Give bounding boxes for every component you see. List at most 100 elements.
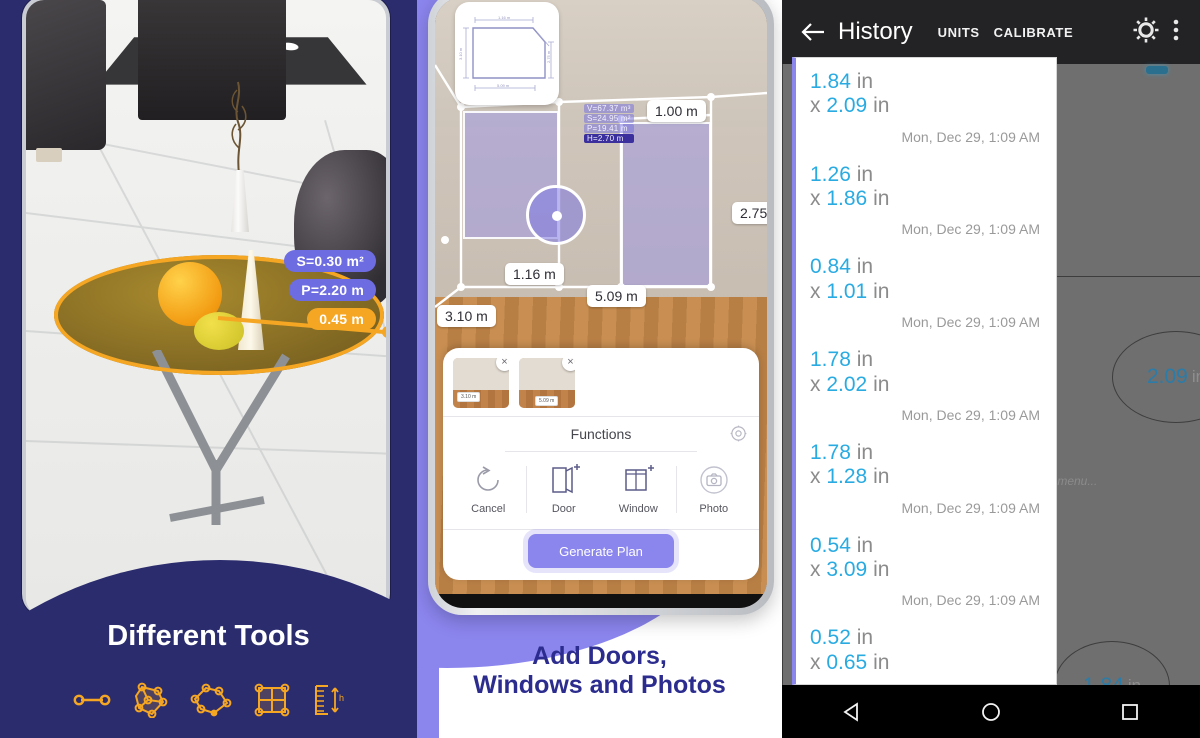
dimension-line: 1.78 in x 2.02 in [810, 348, 1042, 397]
nav-recents-button[interactable] [1102, 692, 1158, 732]
mini-floor-plan-card[interactable]: 1.16 m 3.10 m 2.75 m 5.09 m [455, 2, 559, 105]
more-vertical-icon[interactable] [1166, 16, 1186, 49]
table-row[interactable]: 1.78 in x 1.28 in Mon, Dec 29, 1:09 AM [796, 429, 1056, 522]
gear-icon[interactable] [730, 425, 747, 447]
units-button[interactable]: UNITS [931, 19, 987, 46]
add-window-button[interactable]: Window [601, 458, 676, 521]
dimension-line: 1.78 in x 1.28 in [810, 441, 1042, 490]
canvas-measure-bubble[interactable]: 2.09 in [1112, 331, 1200, 423]
timestamp: Mon, Dec 29, 1:09 AM [901, 128, 1040, 145]
table-row[interactable]: 0.52 in x 0.65 in [796, 614, 1056, 681]
phone-mockup-left: S=0.30 m² P=2.20 m 0.45 m [22, 0, 390, 616]
width-unit: in [856, 255, 874, 279]
svg-text:1.16 m: 1.16 m [498, 15, 511, 20]
function-label: Cancel [471, 503, 506, 515]
measure-value: 2.09 [1146, 365, 1188, 388]
add-door-button[interactable]: Door [527, 458, 602, 521]
tv-console [138, 0, 286, 120]
ar-target-reticle[interactable] [526, 185, 586, 245]
calibrate-button[interactable]: CALIBRATE [987, 19, 1081, 46]
list-item[interactable]: 3.10 m × [453, 358, 509, 408]
nav-back-button[interactable] [824, 692, 880, 732]
add-window-icon [625, 465, 655, 491]
ar-label-wall-front[interactable]: 5.09 m [587, 285, 646, 307]
height-value: 3.09 [826, 557, 868, 581]
table-row[interactable]: 1.78 in x 2.02 in Mon, Dec 29, 1:09 AM [796, 336, 1056, 429]
ar-label-wall-left[interactable]: 1.16 m [505, 263, 564, 285]
caption-line-1: Add Doors, [532, 642, 667, 670]
width-value: 1.84 [810, 70, 851, 93]
panel-add-doors-windows: 1.16 m 3.10 m 2.75 m 5.09 m V=67.37 m³ S… [417, 0, 782, 738]
nav-home-button[interactable] [963, 692, 1019, 732]
height-unit: in [873, 557, 890, 581]
history-list[interactable]: 1.84 in x 2.09 in Mon, Dec 29, 1:09 AM 1… [792, 57, 1057, 685]
dimension-line: 1.26 in x 1.86 in [810, 163, 1042, 212]
page-title: History [838, 18, 913, 45]
back-button[interactable] [796, 15, 830, 49]
times-symbol: x [810, 650, 821, 674]
height-unit: in [873, 372, 890, 396]
ar-label-wall-depth[interactable]: 2.75 [732, 202, 767, 224]
thumb-measure-label: 3.10 m [457, 392, 481, 402]
status-badge-perimeter: P=2.20 m [289, 279, 376, 301]
table-row[interactable]: 0.84 in x 1.01 in Mon, Dec 29, 1:09 AM [796, 243, 1056, 336]
page-title-mid: Add Doors, Windows and Photos [417, 642, 782, 700]
selected-handle-chip[interactable] [1146, 66, 1168, 74]
canvas-guide-line [782, 64, 783, 685]
sofa [26, 0, 106, 162]
ar-scene-room-plan: 1.16 m 3.10 m 2.75 m 5.09 m V=67.37 m³ S… [435, 0, 767, 594]
gear-icon[interactable] [1132, 16, 1160, 49]
ar-scene-living-room: S=0.30 m² P=2.20 m 0.45 m [26, 0, 386, 616]
width-value: 1.26 [810, 162, 851, 186]
page-title-left: Different Tools [107, 620, 310, 652]
svg-text:5.09 m: 5.09 m [497, 83, 510, 88]
list-item[interactable]: 5.09 m × [519, 358, 575, 408]
generate-plan-button[interactable]: Generate Plan [528, 534, 674, 568]
height-value: 1.86 [826, 187, 868, 211]
height-value: 0.65 [826, 650, 868, 674]
photo-button[interactable]: Photo [677, 458, 752, 521]
phone-mockup-mid: 1.16 m 3.10 m 2.75 m 5.09 m V=67.37 m³ S… [428, 0, 774, 615]
area-grid-tool-icon [254, 683, 289, 717]
times-symbol: x [810, 94, 821, 118]
table-row[interactable]: 1.26 in x 1.86 in Mon, Dec 29, 1:09 AM [796, 151, 1056, 244]
width-unit: in [856, 626, 874, 650]
height-ruler-tool-icon: h [314, 685, 344, 715]
timestamp: Mon, Dec 29, 1:09 AM [901, 499, 1040, 516]
times-symbol: x [810, 187, 821, 211]
width-value: 1.78 [810, 348, 851, 372]
table-row[interactable]: 1.84 in x 2.09 in Mon, Dec 29, 1:09 AM [796, 58, 1056, 151]
ar-label-door-width[interactable]: 1.00 m [647, 100, 706, 122]
cancel-button[interactable]: Cancel [451, 458, 526, 521]
svg-text:3.10 m: 3.10 m [458, 47, 463, 60]
add-door-icon [552, 464, 580, 494]
times-symbol: x [810, 465, 821, 489]
svg-text:2.75 m: 2.75 m [546, 50, 551, 63]
distance-line-tool-icon [73, 694, 110, 706]
app-bar: History UNITS CALIBRATE [782, 0, 1200, 64]
width-value: 0.54 [810, 533, 851, 557]
timestamp: Mon, Dec 29, 1:09 AM [901, 314, 1040, 331]
canvas-hint-text: r menu... [1050, 474, 1098, 488]
function-label: Door [551, 503, 576, 515]
timestamp: Mon, Dec 29, 1:09 AM [901, 221, 1040, 238]
polygon-perimeter-tool-icon [190, 683, 231, 717]
android-navigation-bar [782, 685, 1200, 738]
table-row[interactable]: 0.54 in x 3.09 in Mon, Dec 29, 1:09 AM [796, 522, 1056, 615]
sheet-title: Functions [570, 426, 632, 442]
width-value: 1.78 [810, 440, 851, 464]
canvas-guide-line [1055, 276, 1200, 277]
recents-square-icon [1122, 703, 1139, 720]
dimension-line: 0.54 in x 3.09 in [810, 534, 1042, 583]
caption-line-2: Windows and Photos [473, 671, 726, 699]
timestamp: Mon, Dec 29, 1:09 AM [901, 406, 1040, 423]
width-unit: in [856, 440, 874, 464]
measure-unit: in [1191, 367, 1200, 386]
function-label: Photo [699, 503, 729, 515]
dimension-line: 0.52 in x 0.65 in [810, 626, 1042, 675]
times-symbol: x [810, 279, 821, 303]
decor-twig-icon [231, 81, 247, 174]
volume-polyhedron-tool-icon [134, 682, 167, 718]
home-circle-icon [982, 702, 1000, 721]
ar-label-wall-side[interactable]: 3.10 m [437, 305, 496, 327]
